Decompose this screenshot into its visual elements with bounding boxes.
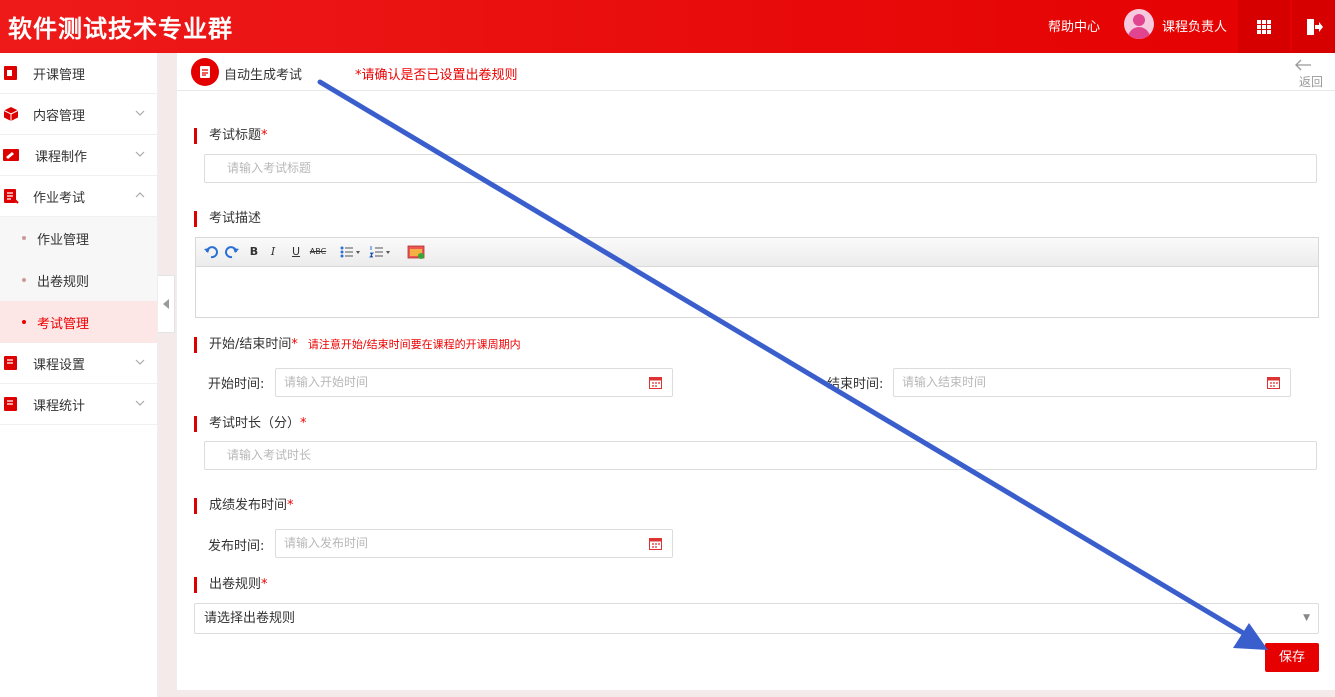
sidebar-item-label: 课程设置 — [33, 357, 86, 373]
sidebar-item-label: 课程制作 — [35, 149, 88, 165]
sidebar-subitem-exam-manage[interactable]: 考试管理 — [0, 301, 157, 343]
time-section-label: 开始/结束时间* 请注意开始/结束时间要在课程的开课周期内 — [194, 337, 521, 353]
end-time-label: 结束时间: — [827, 377, 884, 392]
sidebar-item-homework-exam[interactable]: 作业考试 — [0, 176, 157, 217]
sidebar-subitem-label: 考试管理 — [37, 316, 90, 332]
sidebar-subitem-paper-rules[interactable]: 出卷规则 — [0, 259, 157, 301]
publish-time-input[interactable]: 请输入发布时间 — [275, 529, 673, 558]
calendar-icon[interactable] — [649, 537, 662, 550]
avatar[interactable] — [1124, 9, 1154, 39]
rule-label: 出卷规则* — [194, 577, 268, 593]
italic-button[interactable]: I — [268, 244, 278, 260]
book-speaker-icon — [4, 66, 17, 80]
top-header: 软件测试技术专业群 帮助中心 课程负责人 — [0, 0, 1335, 53]
chevron-down-icon — [135, 359, 145, 365]
exam-title-input[interactable]: 请输入考试标题 — [204, 154, 1317, 183]
sidebar-item-course-make[interactable]: 课程制作 — [0, 135, 157, 176]
help-center-link[interactable]: 帮助中心 — [1048, 16, 1100, 35]
sidebar-item-course-settings[interactable]: 课程设置 — [0, 343, 157, 384]
rule-notice: *请确认是否已设置出卷规则 — [355, 68, 518, 83]
start-time-label: 开始时间: — [208, 377, 265, 392]
apps-grid-button[interactable] — [1238, 0, 1290, 53]
sidebar-subitem-label: 作业管理 — [37, 232, 90, 248]
undo-icon[interactable] — [204, 244, 218, 260]
publish-time-label: 发布时间: — [208, 539, 265, 554]
duration-label: 考试时长（分）* — [194, 416, 307, 432]
sidebar-item-label: 课程统计 — [33, 398, 86, 414]
redo-icon[interactable] — [225, 244, 239, 260]
calendar-icon[interactable] — [1267, 376, 1280, 389]
exam-desc-label: 考试描述 — [194, 211, 261, 227]
sidebar: 开课管理 内容管理 课程制作 作业考试 作业管理 出卷规则 考试管理 课程设置 … — [0, 53, 158, 697]
save-button[interactable]: 保存 — [1265, 643, 1319, 672]
caret-left-icon — [163, 299, 169, 309]
calendar-icon[interactable] — [649, 376, 662, 389]
main-panel: 自动生成考试 *请确认是否已设置出卷规则 返回 考试标题* 请输入考试标题 考试… — [177, 53, 1335, 690]
sidebar-item-label: 作业考试 — [33, 190, 86, 206]
document-icon — [200, 66, 210, 78]
exam-badge — [191, 58, 219, 86]
numbered-list-icon[interactable] — [369, 244, 393, 260]
sidebar-item-label: 内容管理 — [33, 108, 86, 124]
logout-icon — [1306, 18, 1323, 35]
bullet-list-icon[interactable] — [339, 244, 363, 260]
exam-title-label: 考试标题* — [194, 128, 268, 144]
strikethrough-button[interactable]: ABC — [309, 244, 327, 260]
chevron-down-icon — [135, 151, 145, 157]
page-topbar: 自动生成考试 *请确认是否已设置出卷规则 返回 — [177, 53, 1335, 91]
chevron-down-icon — [135, 400, 145, 406]
bold-button[interactable]: B — [248, 244, 260, 260]
rule-select[interactable]: 请选择出卷规则 ▼ — [194, 603, 1319, 634]
underline-button[interactable]: U — [290, 244, 302, 260]
chevron-up-icon — [135, 192, 145, 198]
user-role-label[interactable]: 课程负责人 — [1162, 16, 1227, 35]
exam-paper-icon — [4, 189, 19, 204]
sidebar-collapse-toggle[interactable] — [158, 275, 175, 333]
duration-input[interactable]: 请输入考试时长 — [204, 441, 1317, 470]
arrow-left-icon — [1295, 59, 1311, 71]
brand-title: 软件测试技术专业群 — [8, 15, 233, 43]
sidebar-subitem-homework[interactable]: 作业管理 — [0, 217, 157, 259]
sidebar-item-course-open[interactable]: 开课管理 — [0, 53, 157, 94]
back-button[interactable]: 返回 — [1294, 57, 1328, 90]
cube-icon — [3, 107, 19, 121]
end-time-input[interactable]: 请输入结束时间 — [893, 368, 1291, 397]
sidebar-item-label: 开课管理 — [33, 67, 86, 83]
back-label: 返回 — [1298, 75, 1323, 89]
page-title: 自动生成考试 — [224, 68, 303, 83]
grid-icon — [1257, 19, 1271, 34]
caret-down-icon: ▼ — [1303, 613, 1310, 623]
book-icon — [4, 356, 17, 370]
chevron-down-icon — [135, 110, 145, 116]
image-insert-icon[interactable] — [407, 244, 425, 260]
sidebar-subitem-label: 出卷规则 — [37, 274, 90, 290]
logout-button[interactable] — [1292, 0, 1335, 53]
edit-icon — [3, 149, 19, 161]
rich-text-editor[interactable]: B I U ABC — [195, 237, 1319, 318]
sidebar-item-content[interactable]: 内容管理 — [0, 94, 157, 135]
sidebar-item-course-stats[interactable]: 课程统计 — [0, 384, 157, 425]
start-time-input[interactable]: 请输入开始时间 — [275, 368, 673, 397]
editor-toolbar: B I U ABC — [196, 238, 1318, 267]
book-icon — [4, 397, 17, 411]
publish-section-label: 成绩发布时间* — [194, 498, 294, 514]
